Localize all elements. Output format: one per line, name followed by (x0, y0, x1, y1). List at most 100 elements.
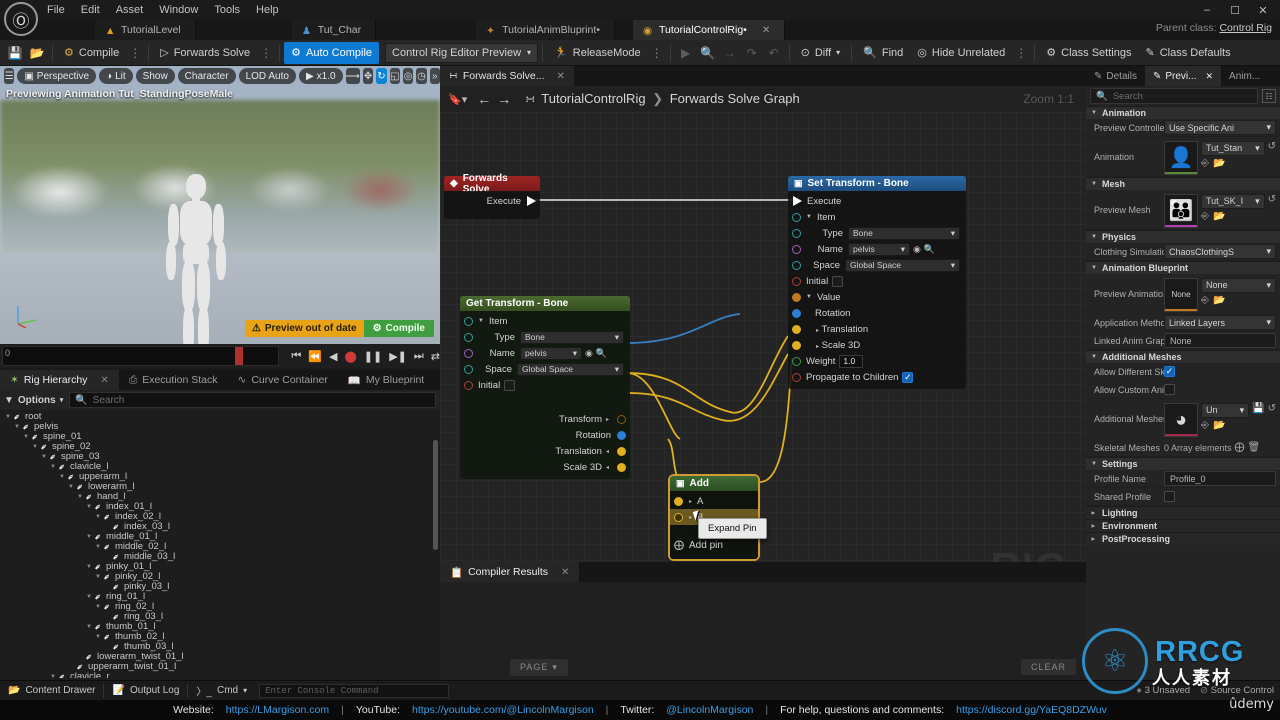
play-reverse-icon[interactable]: ◀ (329, 350, 337, 363)
close-icon[interactable]: ✕ (557, 71, 565, 82)
save-asset-icon[interactable]: 💾 (1252, 403, 1264, 414)
tree-item-middle_02_l[interactable]: ▼ ✒ middle_02_l (0, 541, 440, 553)
scale-output-pin[interactable] (617, 462, 626, 472)
additional-meshes-thumbnail[interactable]: ◕ (1164, 402, 1198, 437)
tab-compiler-results[interactable]: 📋 Compiler Results ✕ (440, 562, 580, 582)
browse-icon[interactable]: 🔍 (924, 244, 935, 255)
tree-item-upperarm_twist_01_l[interactable]: ✒ upperarm_twist_01_l (0, 661, 440, 673)
clear-button[interactable]: CLEAR (1020, 659, 1076, 675)
tab-preview-scene-settings[interactable]: ✎ Previ... ✕ (1144, 66, 1222, 86)
profile-name-input[interactable]: Profile_0 (1164, 471, 1276, 486)
browse-to-asset-icon[interactable]: 📂 (1213, 211, 1225, 222)
browse-to-asset-icon[interactable]: 📂 (1213, 295, 1225, 306)
tree-item-ring_02_l[interactable]: ▼ ✒ ring_02_l (0, 601, 440, 613)
step-back-icon[interactable]: ⏪ (308, 350, 322, 363)
initial-pin[interactable] (792, 276, 801, 286)
tree-item-index_01_l[interactable]: ▼ ✒ index_01_l (0, 501, 440, 513)
a-pin[interactable] (674, 496, 683, 506)
add-element-icon[interactable]: ⨁ (1235, 442, 1245, 453)
forwards-solve-button[interactable]: ▷ Forwards Solve (153, 42, 257, 64)
tab-tutorial-control-rig[interactable]: ◉ TutorialControlRig• ✕ (632, 20, 786, 40)
reset-to-default-icon[interactable]: ↺ (1268, 194, 1276, 205)
tree-item-index_03_l[interactable]: ✒ index_03_l (0, 521, 440, 533)
transform-output-pin[interactable] (617, 414, 626, 424)
viewport-compile-button[interactable]: ⚙ Compile (363, 320, 434, 337)
website-link[interactable]: https://LMargison.com (226, 704, 329, 716)
tab-my-blueprint[interactable]: 📖 My Blueprint (337, 370, 435, 390)
collapse-arrow-icon[interactable]: ▼ (806, 294, 812, 300)
linked-anim-graph-value[interactable]: None (1164, 333, 1276, 348)
category-settings[interactable]: ▼ Settings (1086, 457, 1280, 470)
tab-tut-char[interactable]: ♟ Tut_Char (291, 20, 377, 40)
show-button[interactable]: Show (135, 68, 175, 84)
translation-pin[interactable] (792, 324, 801, 334)
tab-execution-stack[interactable]: ⎙ Execution Stack (118, 370, 228, 390)
lit-button[interactable]: ◑ Lit (99, 68, 133, 84)
parent-class-link[interactable]: Control Rig (1219, 22, 1272, 34)
type-pin[interactable] (792, 228, 801, 238)
category-lighting[interactable]: ▼ Lighting (1086, 506, 1280, 519)
breadcrumb-leaf[interactable]: Forwards Solve Graph (670, 91, 800, 106)
name-pin[interactable] (464, 348, 473, 358)
exec-input-pin[interactable] (793, 196, 802, 206)
use-selected-icon[interactable]: ◉ (913, 244, 921, 255)
use-selected-icon[interactable]: ◉ (585, 348, 593, 359)
bookmark-icon[interactable]: 🔖▾ (448, 93, 467, 106)
item-pin[interactable] (464, 316, 473, 326)
preview-anim-bp-select[interactable]: None ▾ (1201, 277, 1276, 293)
exec-output-pin[interactable] (527, 196, 536, 206)
snap-icon[interactable]: ◎ (402, 68, 414, 84)
node-forwards-solve[interactable]: ◆ Forwards Solve Execute (444, 173, 540, 219)
tree-item-middle_03_l[interactable]: ✒ middle_03_l (0, 551, 440, 563)
scale-icon[interactable]: ◱ (389, 68, 400, 84)
pin-row-add-pin[interactable]: ⨁ Add pin (670, 537, 758, 553)
tree-item-thumb_03_l[interactable]: ✒ thumb_03_l (0, 641, 440, 653)
tree-item-root[interactable]: ▼ ✒ root (0, 411, 440, 423)
tree-item-ring_01_l[interactable]: ▼ ✒ ring_01_l (0, 591, 440, 603)
weight-pin[interactable] (792, 356, 801, 366)
tree-item-pinky_01_l[interactable]: ▼ ✒ pinky_01_l (0, 561, 440, 573)
value-pin[interactable] (792, 292, 801, 302)
browse-icon[interactable]: 🔍 (596, 348, 607, 359)
animation-thumbnail[interactable]: 👤 (1164, 140, 1198, 175)
hide-unrelated-options-icon[interactable]: ⋮ (1012, 46, 1030, 60)
release-mode-options-icon[interactable]: ⋮ (648, 46, 666, 60)
name-select[interactable]: pelvis ▾ (520, 346, 582, 360)
save-icon[interactable]: 💾 (4, 43, 26, 63)
tree-item-clavicle_r[interactable]: ▼ ✒ clavicle_r (0, 671, 440, 678)
tab-details[interactable]: ✎ Details (1086, 66, 1145, 86)
browse-content-icon[interactable]: 📂 (26, 43, 48, 63)
tab-tutorial-level[interactable]: ▲ TutorialLevel (95, 20, 196, 40)
category-animation[interactable]: ▼ Animation (1086, 106, 1280, 119)
clothing-simulation-select[interactable]: ChaosClothingS ▾ (1164, 244, 1276, 259)
tree-item-ring_03_l[interactable]: ✒ ring_03_l (0, 611, 440, 623)
category-additional-meshes[interactable]: ▼ Additional Meshes (1086, 350, 1280, 363)
pause-icon[interactable]: ❚❚ (364, 350, 382, 363)
category-animation-blueprint[interactable]: ▼ Animation Blueprint (1086, 261, 1280, 274)
hide-unrelated-button[interactable]: ◎ Hide Unrelated (910, 42, 1012, 64)
initial-checkbox[interactable] (504, 379, 516, 391)
weight-input[interactable]: 1.0 (839, 354, 864, 368)
category-physics[interactable]: ▼ Physics (1086, 230, 1280, 243)
preview-mesh-thumbnail[interactable]: 👪 (1164, 193, 1198, 228)
close-icon[interactable]: ✕ (1250, 1, 1276, 19)
class-settings-button[interactable]: ⚙ Class Settings (1039, 42, 1138, 64)
reset-to-default-icon[interactable]: ↺ (1268, 403, 1276, 414)
restore-icon[interactable]: ☐ (1222, 1, 1248, 19)
menu-tools[interactable]: Tools (207, 2, 247, 18)
menu-file[interactable]: File (40, 2, 72, 18)
exec-output-pin[interactable] (953, 196, 962, 206)
solve-options-icon[interactable]: ⋮ (257, 46, 275, 60)
preview-anim-bp-thumbnail[interactable]: None (1164, 277, 1198, 312)
tree-item-thumb_02_l[interactable]: ▼ ✒ thumb_02_l (0, 631, 440, 643)
step-out-icon[interactable]: ↶ (763, 43, 785, 63)
options-button[interactable]: ▼ Options ▾ (4, 395, 63, 406)
name-select[interactable]: pelvis ▾ (848, 242, 910, 256)
release-mode-button[interactable]: 🏃 ReleaseMode (547, 42, 648, 64)
twitter-link[interactable]: @LincolnMargison (666, 704, 753, 716)
item-pin[interactable] (792, 212, 801, 222)
use-selected-asset-icon[interactable]: ⎆ (1201, 158, 1209, 169)
propagate-checkbox[interactable]: ✓ (902, 371, 914, 383)
step-into-icon[interactable]: → (719, 43, 741, 63)
class-defaults-button[interactable]: ✎ Class Defaults (1138, 42, 1237, 64)
